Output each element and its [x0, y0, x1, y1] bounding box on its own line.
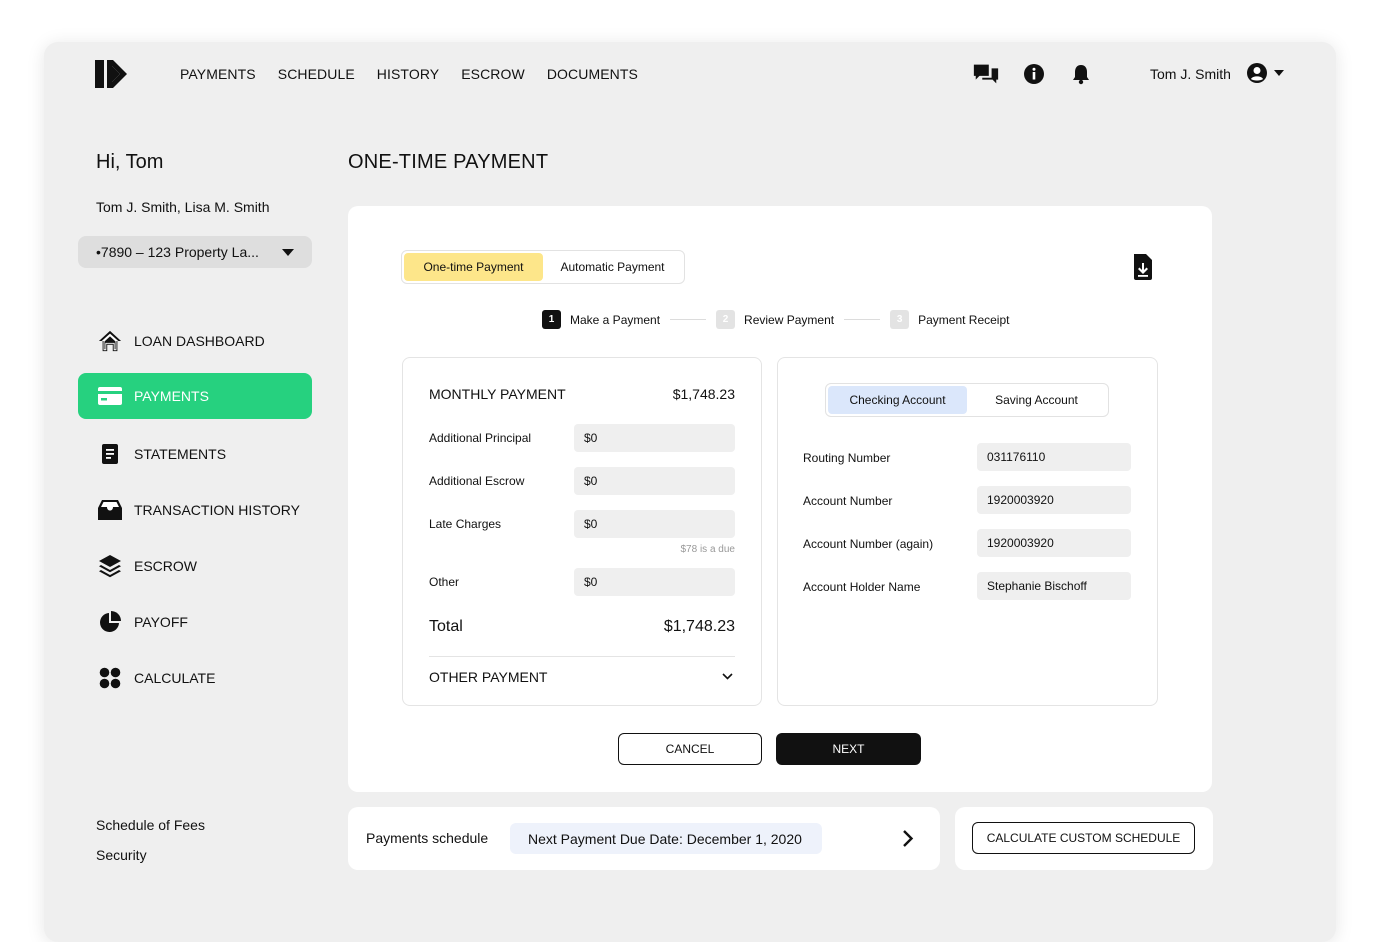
document-icon [98, 442, 122, 466]
tab-checking-account[interactable]: Checking Account [828, 386, 967, 414]
tab-saving-account[interactable]: Saving Account [967, 386, 1106, 414]
additional-escrow-input[interactable]: $0 [574, 467, 735, 495]
account-number-confirm-label: Account Number (again) [803, 537, 934, 551]
late-charges-note: $78 is a due [680, 544, 736, 555]
sidebar-item-escrow[interactable]: ESCROW [78, 543, 312, 589]
tab-one-time-payment[interactable]: One-time Payment [404, 253, 543, 281]
account-holder-label: Account Holder Name [803, 580, 921, 594]
late-charges-input[interactable]: $0 [574, 510, 735, 538]
account-type-tabs: Checking Account Saving Account [825, 383, 1109, 417]
layers-icon [98, 554, 122, 578]
borrower-names: Tom J. Smith, Lisa M. Smith [96, 199, 270, 215]
grid-dots-icon [98, 666, 122, 690]
sidebar-item-statements[interactable]: STATEMENTS [78, 431, 312, 477]
next-due-date-chip: Next Payment Due Date: December 1, 2020 [510, 823, 822, 854]
chevron-right-icon[interactable] [902, 829, 914, 848]
home-icon [98, 329, 122, 353]
step-connector [670, 319, 707, 320]
account-number-confirm-input[interactable]: 1920003920 [977, 529, 1131, 557]
link-security[interactable]: Security [96, 847, 147, 863]
account-holder-input[interactable]: Stephanie Bischoff [977, 572, 1131, 600]
bell-icon[interactable] [1067, 62, 1095, 86]
nav-documents[interactable]: DOCUMENTS [547, 66, 638, 82]
other-payment-toggle[interactable]: OTHER PAYMENT [429, 669, 548, 685]
routing-number-input[interactable]: 031176110 [977, 443, 1131, 471]
user-menu[interactable] [1246, 62, 1284, 84]
total-label: Total [429, 618, 463, 635]
other-input[interactable]: $0 [574, 568, 735, 596]
step-1-number: 1 [542, 310, 561, 329]
nav-payments[interactable]: PAYMENTS [180, 66, 256, 82]
monthly-payment-label: MONTHLY PAYMENT [429, 386, 566, 402]
step-3-number: 3 [890, 310, 910, 329]
step-2-label: Review Payment [744, 312, 835, 327]
divider [429, 656, 735, 657]
late-charges-label: Late Charges [429, 517, 502, 531]
payments-schedule-label: Payments schedule [366, 830, 489, 846]
loan-selector-value: •7890 – 123 Property La... [96, 244, 259, 260]
monthly-payment-value: $1,748.23 [672, 386, 735, 402]
step-3-label: Payment Receipt [918, 312, 1010, 327]
step-2-number: 2 [716, 310, 736, 329]
link-schedule-of-fees[interactable]: Schedule of Fees [96, 817, 205, 833]
step-1-label: Make a Payment [570, 312, 661, 327]
user-name: Tom J. Smith [1150, 66, 1231, 82]
user-avatar-icon [1247, 63, 1267, 83]
sidebar-item-transaction-history[interactable]: TRANSACTION HISTORY [78, 487, 312, 533]
additional-escrow-label: Additional Escrow [429, 474, 525, 488]
inbox-icon [98, 498, 122, 522]
nav-escrow[interactable]: ESCROW [461, 66, 525, 82]
sidebar-item-calculate[interactable]: CALCULATE [78, 655, 312, 701]
chevron-down-icon[interactable] [722, 673, 733, 680]
sidebar-item-payments[interactable]: PAYMENTS [78, 373, 312, 419]
step-connector [844, 319, 881, 320]
additional-principal-input[interactable]: $0 [574, 424, 735, 452]
pie-chart-icon [98, 610, 122, 634]
other-label: Other [429, 575, 460, 589]
payment-type-tabs: One-time Payment Automatic Payment [401, 250, 685, 284]
brand-logo-icon[interactable] [95, 60, 127, 88]
sidebar-item-payoff[interactable]: PAYOFF [78, 599, 312, 645]
progress-steps: 1 Make a Payment 2 Review Payment 3 Paym… [542, 310, 1009, 329]
top-nav: PAYMENTS SCHEDULE HISTORY ESCROW DOCUMEN… [180, 66, 638, 82]
account-number-input[interactable]: 1920003920 [977, 486, 1131, 514]
chat-icon[interactable] [972, 62, 1000, 86]
account-number-label: Account Number [803, 494, 893, 508]
additional-principal-label: Additional Principal [429, 431, 532, 445]
nav-history[interactable]: HISTORY [377, 66, 439, 82]
routing-number-label: Routing Number [803, 451, 891, 465]
greeting: Hi, Tom [96, 151, 164, 173]
next-button[interactable]: NEXT [776, 733, 921, 765]
page-title: ONE-TIME PAYMENT [348, 151, 549, 173]
nav-schedule[interactable]: SCHEDULE [278, 66, 355, 82]
sidebar-item-loan-dashboard[interactable]: LOAN DASHBOARD [78, 318, 312, 364]
tab-automatic-payment[interactable]: Automatic Payment [543, 253, 682, 281]
caret-down-icon [282, 249, 294, 256]
credit-card-icon [98, 384, 122, 408]
total-value: $1,748.23 [663, 618, 735, 635]
calculate-custom-schedule-button[interactable]: CALCULATE CUSTOM SCHEDULE [972, 822, 1195, 854]
chevron-down-icon [1274, 70, 1284, 76]
cancel-button[interactable]: CANCEL [618, 733, 762, 765]
loan-selector[interactable]: •7890 – 123 Property La... [78, 236, 312, 268]
download-document-icon[interactable] [1132, 254, 1154, 280]
info-icon[interactable] [1020, 62, 1048, 86]
